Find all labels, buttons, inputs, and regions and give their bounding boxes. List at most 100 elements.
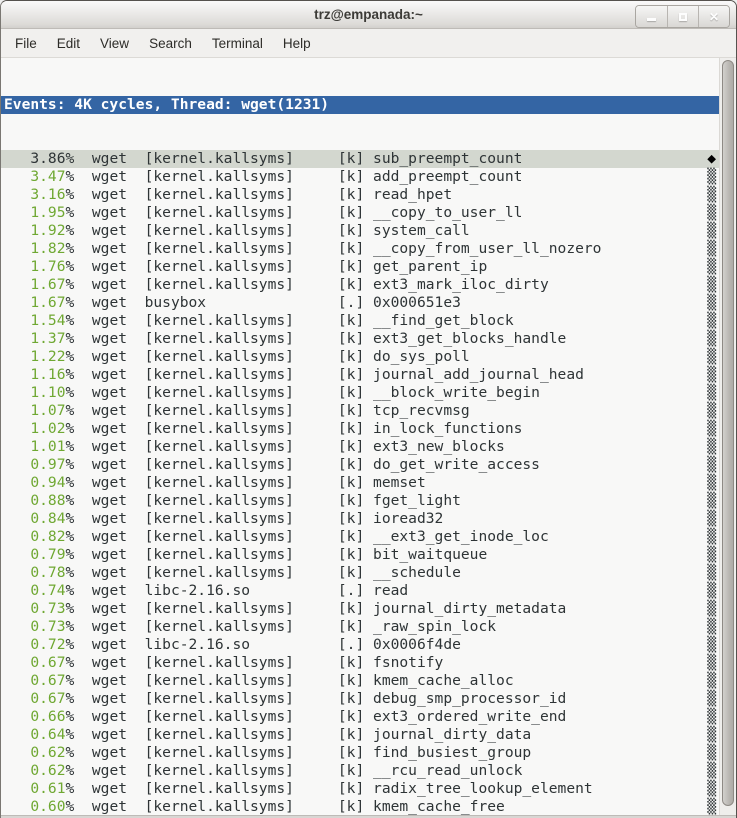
perf-row[interactable]: 0.84% wget [kernel.kallsyms] [k] ioread3…	[1, 510, 719, 528]
overhead-value: 1.16	[4, 366, 66, 383]
perf-row[interactable]: 0.82% wget [kernel.kallsyms] [k] __ext3_…	[1, 528, 719, 546]
tui-scrollbar-icon: ▒	[707, 222, 716, 240]
perf-row[interactable]: 1.67% wget [kernel.kallsyms] [k] ext3_ma…	[1, 276, 719, 294]
menubar: FileEditViewSearchTerminalHelp	[1, 29, 736, 58]
overhead-value: 0.67	[4, 690, 66, 707]
tui-scrollbar-icon: ▒	[707, 294, 716, 312]
row-text: % wget [kernel.kallsyms] [k] ioread32	[66, 510, 444, 527]
perf-row[interactable]: 0.61% wget [kernel.kallsyms] [k] radix_t…	[1, 780, 719, 798]
terminal-main: Events: 4K cycles, Thread: wget(1231) 3.…	[1, 58, 736, 815]
perf-row[interactable]: 0.72% wget libc-2.16.so [.] 0x0006f4de▒	[1, 636, 719, 654]
menu-file[interactable]: File	[5, 32, 47, 55]
overhead-value: 0.62	[4, 762, 66, 779]
perf-row[interactable]: 0.74% wget libc-2.16.so [.] read▒	[1, 582, 719, 600]
menu-view[interactable]: View	[90, 32, 139, 55]
tui-scrollbar-icon: ▒	[707, 600, 716, 618]
row-text: % wget [kernel.kallsyms] [k] add_preempt…	[66, 168, 523, 185]
overhead-value: 1.10	[4, 384, 66, 401]
perf-row[interactable]: 0.66% wget [kernel.kallsyms] [k] ext3_or…	[1, 708, 719, 726]
menu-search[interactable]: Search	[139, 32, 202, 55]
tui-scrollbar-icon: ▒	[707, 798, 716, 815]
perf-row[interactable]: 1.22% wget [kernel.kallsyms] [k] do_sys_…	[1, 348, 719, 366]
tui-scrollbar-icon: ▒	[707, 168, 716, 186]
overhead-value: 1.54	[4, 312, 66, 329]
perf-row[interactable]: 3.86% wget [kernel.kallsyms] [k] sub_pre…	[1, 150, 719, 168]
perf-events-header: Events: 4K cycles, Thread: wget(1231)	[1, 96, 719, 114]
overhead-value: 3.16	[4, 186, 66, 203]
perf-row[interactable]: 0.64% wget [kernel.kallsyms] [k] journal…	[1, 726, 719, 744]
perf-row[interactable]: 0.97% wget [kernel.kallsyms] [k] do_get_…	[1, 456, 719, 474]
perf-row[interactable]: 0.79% wget [kernel.kallsyms] [k] bit_wai…	[1, 546, 719, 564]
maximize-button[interactable]	[667, 6, 698, 27]
overhead-value: 0.64	[4, 726, 66, 743]
overhead-value: 0.62	[4, 744, 66, 761]
perf-row[interactable]: 1.92% wget [kernel.kallsyms] [k] system_…	[1, 222, 719, 240]
menu-terminal[interactable]: Terminal	[202, 32, 273, 55]
row-text: % wget [kernel.kallsyms] [k] __copy_from…	[66, 240, 602, 257]
overhead-value: 1.22	[4, 348, 66, 365]
tui-scrollbar-icon: ▒	[707, 366, 716, 384]
overhead-value: 1.37	[4, 330, 66, 347]
row-text: % wget [kernel.kallsyms] [k] __schedule	[66, 564, 461, 581]
row-text: % wget [kernel.kallsyms] [k] journal_dir…	[66, 726, 532, 743]
perf-row[interactable]: 1.95% wget [kernel.kallsyms] [k] __copy_…	[1, 204, 719, 222]
perf-row[interactable]: 1.76% wget [kernel.kallsyms] [k] get_par…	[1, 258, 719, 276]
perf-row[interactable]: 1.82% wget [kernel.kallsyms] [k] __copy_…	[1, 240, 719, 258]
overhead-value: 1.92	[4, 222, 66, 239]
row-text: % wget [kernel.kallsyms] [k] kmem_cache_…	[66, 798, 505, 815]
perf-row[interactable]: 3.47% wget [kernel.kallsyms] [k] add_pre…	[1, 168, 719, 186]
perf-row[interactable]: 0.78% wget [kernel.kallsyms] [k] __sched…	[1, 564, 719, 582]
tui-scrollbar-icon: ▒	[707, 258, 716, 276]
overhead-value: 0.78	[4, 564, 66, 581]
overhead-value: 0.61	[4, 780, 66, 797]
row-text: % wget [kernel.kallsyms] [k] ext3_get_bl…	[66, 330, 567, 347]
menu-edit[interactable]: Edit	[47, 32, 90, 55]
perf-row[interactable]: 0.73% wget [kernel.kallsyms] [k] _raw_sp…	[1, 618, 719, 636]
close-button[interactable]: ✕	[698, 6, 729, 27]
perf-row[interactable]: 0.62% wget [kernel.kallsyms] [k] __rcu_r…	[1, 762, 719, 780]
tui-scrollbar-icon: ▒	[707, 330, 716, 348]
tui-scrollbar-icon: ▒	[707, 474, 716, 492]
perf-row[interactable]: 1.01% wget [kernel.kallsyms] [k] ext3_ne…	[1, 438, 719, 456]
menu-help[interactable]: Help	[273, 32, 321, 55]
perf-row[interactable]: 1.67% wget busybox [.] 0x000651e3▒	[1, 294, 719, 312]
tui-scrollbar-icon: ▒	[707, 186, 716, 204]
scrollbar[interactable]	[719, 58, 736, 815]
overhead-value: 1.67	[4, 276, 66, 293]
perf-row[interactable]: 3.16% wget [kernel.kallsyms] [k] read_hp…	[1, 186, 719, 204]
row-text: % wget [kernel.kallsyms] [k] _raw_spin_l…	[66, 618, 497, 635]
overhead-value: 1.76	[4, 258, 66, 275]
perf-row[interactable]: 0.67% wget [kernel.kallsyms] [k] kmem_ca…	[1, 672, 719, 690]
perf-row[interactable]: 0.67% wget [kernel.kallsyms] [k] debug_s…	[1, 690, 719, 708]
overhead-value: 0.74	[4, 582, 66, 599]
perf-row[interactable]: 1.02% wget [kernel.kallsyms] [k] in_lock…	[1, 420, 719, 438]
perf-row[interactable]: 1.10% wget [kernel.kallsyms] [k] __block…	[1, 384, 719, 402]
perf-row[interactable]: 0.67% wget [kernel.kallsyms] [k] fsnotif…	[1, 654, 719, 672]
overhead-value: 1.82	[4, 240, 66, 257]
perf-row[interactable]: 0.62% wget [kernel.kallsyms] [k] find_bu…	[1, 744, 719, 762]
row-text: % wget [kernel.kallsyms] [k] __block_wri…	[66, 384, 540, 401]
perf-row[interactable]: 0.60% wget [kernel.kallsyms] [k] kmem_ca…	[1, 798, 719, 815]
perf-row[interactable]: 0.88% wget [kernel.kallsyms] [k] fget_li…	[1, 492, 719, 510]
overhead-value: 3.47	[4, 168, 66, 185]
perf-row[interactable]: 1.07% wget [kernel.kallsyms] [k] tcp_rec…	[1, 402, 719, 420]
perf-row[interactable]: 0.94% wget [kernel.kallsyms] [k] memset▒	[1, 474, 719, 492]
tui-scrollbar-icon: ▒	[707, 276, 716, 294]
tui-scrollbar-icon: ▒	[707, 564, 716, 582]
perf-row[interactable]: 1.54% wget [kernel.kallsyms] [k] __find_…	[1, 312, 719, 330]
tui-scrollbar-icon: ▒	[707, 528, 716, 546]
scrollbar-thumb[interactable]	[722, 60, 734, 806]
overhead-value: 0.84	[4, 510, 66, 527]
tui-scrollbar-icon: ▒	[707, 420, 716, 438]
titlebar[interactable]: trz@empanada:~ ✕	[1, 1, 736, 29]
perf-row[interactable]: 0.73% wget [kernel.kallsyms] [k] journal…	[1, 600, 719, 618]
row-text: % wget [kernel.kallsyms] [k] sub_preempt…	[66, 150, 523, 167]
overhead-value: 0.60	[4, 798, 66, 815]
perf-row[interactable]: 1.37% wget [kernel.kallsyms] [k] ext3_ge…	[1, 330, 719, 348]
perf-row[interactable]: 1.16% wget [kernel.kallsyms] [k] journal…	[1, 366, 719, 384]
minimize-button[interactable]	[636, 6, 667, 27]
tui-scrollbar-icon: ▒	[707, 708, 716, 726]
row-text: % wget libc-2.16.so [.] 0x0006f4de	[66, 636, 461, 653]
tui-scrollbar-icon: ▒	[707, 546, 716, 564]
tui-scrollbar-icon: ▒	[707, 438, 716, 456]
